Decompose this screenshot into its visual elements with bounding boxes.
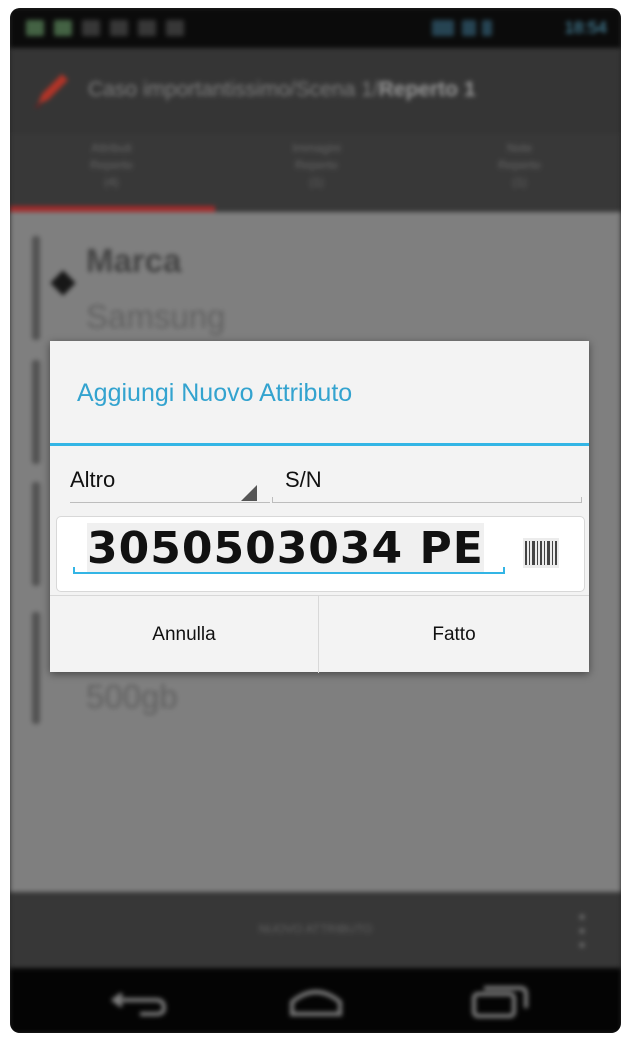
cancel-button[interactable]: Annulla <box>50 596 318 673</box>
add-attribute-dialog: Aggiungi Nuovo Attributo Altro S/N 30505… <box>50 341 589 673</box>
attribute-value-container: 3050503034 PE <box>56 516 585 592</box>
dialog-title-divider <box>50 443 589 446</box>
attribute-name-field[interactable]: S/N <box>272 459 582 503</box>
dialog-title: Aggiungi Nuovo Attributo <box>77 379 353 407</box>
dropdown-underline <box>70 502 270 503</box>
dialog-button-row: Annulla Fatto <box>50 595 589 673</box>
attribute-value-field[interactable]: 3050503034 PE <box>87 523 484 574</box>
attribute-name-value: S/N <box>285 467 322 492</box>
dropdown-arrow-icon <box>241 485 257 501</box>
barcode-icon[interactable] <box>523 538 559 568</box>
attribute-type-selected: Altro <box>70 467 116 492</box>
name-field-underline <box>272 497 582 503</box>
done-button[interactable]: Fatto <box>319 596 589 673</box>
value-field-underline <box>73 567 505 574</box>
